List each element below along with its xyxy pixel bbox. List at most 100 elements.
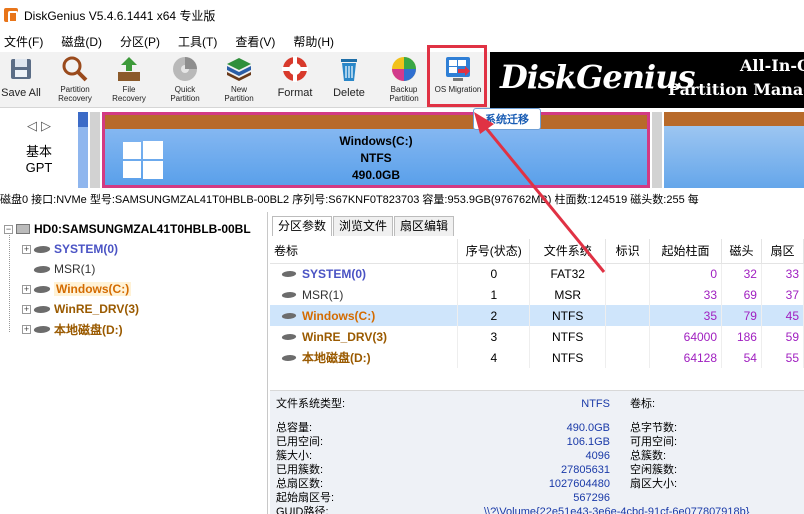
disk-map: Windows(C:) NTFS 490.0GB bbox=[78, 112, 804, 188]
partition-recovery-icon bbox=[60, 54, 90, 84]
col-label[interactable]: 卷标 bbox=[270, 239, 459, 264]
table-header: 卷标 序号(状态) 文件系统 标识 起始柱面 磁头 扇区 bbox=[270, 239, 804, 264]
tree-item-label: WinRE_DRV(3) bbox=[54, 302, 140, 316]
tree-item-msr[interactable]: MSR(1) bbox=[32, 260, 95, 278]
disk-segment-msr[interactable] bbox=[90, 112, 100, 188]
format-button[interactable]: Format bbox=[274, 54, 316, 106]
partition-details-panel: 分区参数 浏览文件 扇区编辑 卷标 序号(状态) 文件系统 标识 起始柱面 磁头… bbox=[270, 212, 804, 514]
prop-label: 总扇区数: bbox=[276, 478, 324, 490]
disk-segment-windows[interactable]: Windows(C:) NTFS 490.0GB bbox=[102, 112, 650, 188]
app-logo-icon bbox=[4, 8, 18, 23]
menu-view[interactable]: 查看(V) bbox=[231, 33, 279, 50]
tab-partition-params[interactable]: 分区参数 bbox=[272, 216, 333, 236]
save-icon bbox=[6, 54, 36, 84]
disk-segment-local-d[interactable] bbox=[664, 112, 804, 188]
format-icon bbox=[280, 54, 310, 84]
partition-table: 卷标 序号(状态) 文件系统 标识 起始柱面 磁头 扇区 SYSTEM(0) 0… bbox=[270, 239, 804, 368]
expand-icon[interactable]: + bbox=[22, 304, 31, 314]
fs-type-value: NTFS bbox=[581, 398, 610, 410]
table-row-selected[interactable]: Windows(C:) 2 NTFS 35 79 45 bbox=[270, 305, 804, 326]
disk-info-line: 磁盘0 接口:NVMe 型号:SAMSUNGMZAL41T0HBLB-00BL2… bbox=[0, 191, 804, 209]
row-cylinder: 33 bbox=[649, 284, 723, 305]
disk-navigator: ◁ ▷ 基本 GPT bbox=[0, 110, 78, 190]
next-disk-icon[interactable]: ▷ bbox=[41, 118, 51, 133]
disk-segment-winre[interactable] bbox=[652, 112, 662, 188]
menu-disk[interactable]: 磁盘(D) bbox=[57, 33, 106, 50]
filesystem-properties: 文件系统类型: NTFS 卷标: 总容量: 490.0GB 总字节数: 已用空间… bbox=[270, 390, 804, 514]
menu-help[interactable]: 帮助(H) bbox=[289, 33, 338, 50]
new-partition-label: New Partition bbox=[224, 85, 254, 103]
partition-recovery-label: Partition Recovery bbox=[58, 85, 92, 103]
col-flag[interactable]: 标识 bbox=[605, 239, 651, 264]
tab-sector-edit[interactable]: 扇区编辑 bbox=[394, 216, 455, 236]
expand-icon[interactable]: + bbox=[22, 284, 31, 294]
tree-item-system[interactable]: + SYSTEM(0) bbox=[22, 240, 118, 258]
col-head[interactable]: 磁头 bbox=[721, 239, 762, 264]
tree-item-local-d[interactable]: + 本地磁盘(D:) bbox=[22, 320, 123, 338]
brand-banner: DiskGenius All-In-One Partition Manageme… bbox=[490, 52, 804, 108]
quick-partition-button[interactable]: Quick Partition bbox=[164, 54, 206, 106]
row-head: 186 bbox=[721, 326, 762, 347]
file-recovery-button[interactable]: File Recovery bbox=[108, 54, 150, 106]
table-row[interactable]: MSR(1) 1 MSR 33 69 37 bbox=[270, 284, 804, 305]
expand-icon[interactable]: + bbox=[22, 244, 31, 254]
partition-icon bbox=[32, 245, 52, 253]
disk-type-line1: 基本 bbox=[25, 144, 52, 159]
prop-label-2: 总字节数: bbox=[630, 422, 678, 434]
row-fs: FAT32 bbox=[529, 263, 607, 284]
tree-line bbox=[9, 228, 10, 332]
row-label: 本地磁盘(D:) bbox=[302, 351, 371, 365]
menu-partition[interactable]: 分区(P) bbox=[116, 33, 164, 50]
partition-icon bbox=[280, 313, 298, 319]
delete-button[interactable]: Delete bbox=[328, 54, 370, 106]
guid-label: GUID路径: bbox=[276, 506, 329, 514]
col-cylinder[interactable]: 起始柱面 bbox=[649, 239, 723, 264]
row-fs: NTFS bbox=[529, 347, 607, 368]
prop-label: 已用空间: bbox=[276, 436, 324, 448]
col-sector[interactable]: 扇区 bbox=[761, 239, 804, 264]
table-row[interactable]: WinRE_DRV(3) 3 NTFS 64000 186 59 bbox=[270, 326, 804, 347]
window-title: DiskGenius V5.4.6.1441 x64 专业版 bbox=[24, 8, 216, 23]
row-head: 54 bbox=[721, 347, 762, 368]
backup-partition-button[interactable]: Backup Partition bbox=[382, 54, 426, 106]
disk-segment-system[interactable] bbox=[78, 112, 88, 188]
row-label: WinRE_DRV(3) bbox=[302, 330, 388, 344]
tab-browse-files[interactable]: 浏览文件 bbox=[333, 216, 394, 236]
tree-item-label: 本地磁盘(D:) bbox=[54, 322, 123, 337]
menu-tools[interactable]: 工具(T) bbox=[174, 33, 221, 50]
collapse-icon[interactable]: − bbox=[4, 224, 13, 234]
prop-label: 簇大小: bbox=[276, 450, 313, 462]
banner-tagline-1: All-In-One bbox=[740, 56, 804, 75]
row-flag bbox=[605, 326, 651, 347]
windows-segment-name: Windows(C:) bbox=[339, 134, 413, 148]
expand-icon[interactable]: + bbox=[22, 324, 31, 334]
col-fs[interactable]: 文件系统 bbox=[529, 239, 607, 264]
tree-item-winre[interactable]: + WinRE_DRV(3) bbox=[22, 300, 139, 318]
file-recovery-icon bbox=[114, 54, 144, 84]
table-row[interactable]: 本地磁盘(D:) 4 NTFS 64128 54 55 bbox=[270, 347, 804, 368]
col-seq[interactable]: 序号(状态) bbox=[457, 239, 531, 264]
tree-item-label: SYSTEM(0) bbox=[54, 242, 119, 256]
tree-disk-hd0[interactable]: − HD0:SAMSUNGMZAL41T0HBLB-00BL bbox=[4, 220, 251, 238]
quick-partition-label: Quick Partition bbox=[170, 85, 200, 103]
backup-partition-label: Backup Partition bbox=[389, 85, 419, 103]
prop-label-2: 可用空间: bbox=[630, 436, 678, 448]
prop-value: 27805631 bbox=[561, 464, 610, 476]
save-all-button[interactable]: Save All bbox=[0, 54, 42, 106]
partition-recovery-button[interactable]: Partition Recovery bbox=[52, 54, 98, 106]
row-seq: 3 bbox=[457, 326, 531, 347]
tree-item-windows[interactable]: + Windows(C:) bbox=[22, 280, 132, 298]
prop-value: 106.1GB bbox=[566, 436, 610, 448]
prev-disk-icon[interactable]: ◁ bbox=[27, 118, 37, 133]
new-partition-button[interactable]: New Partition bbox=[218, 54, 260, 106]
guid-value: \\?\Volume{22e51e43-3e6e-4cbd-91cf-6e077… bbox=[484, 506, 750, 514]
partition-icon bbox=[32, 285, 52, 293]
disk-type-line2: GPT bbox=[25, 160, 53, 175]
banner-tagline-2: Partition Management bbox=[668, 80, 804, 99]
row-head: 79 bbox=[721, 305, 762, 326]
row-sector: 45 bbox=[761, 305, 804, 326]
menu-file[interactable]: 文件(F) bbox=[0, 33, 47, 50]
row-flag bbox=[605, 284, 651, 305]
table-row[interactable]: SYSTEM(0) 0 FAT32 0 32 33 bbox=[270, 263, 804, 284]
prop-label: 总容量: bbox=[276, 422, 313, 434]
